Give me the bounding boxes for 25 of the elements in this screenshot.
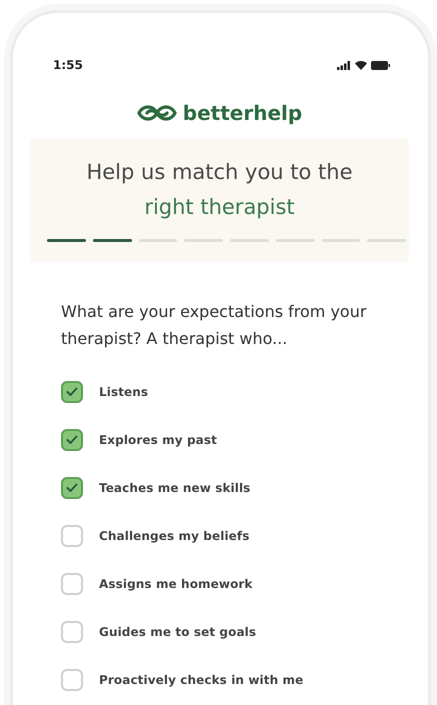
checkmark-icon [66,483,78,493]
checkmark-icon [66,387,78,397]
option-label[interactable]: Explores my past [99,433,217,447]
checkbox[interactable] [61,477,83,499]
checkbox[interactable] [61,573,83,595]
header-title: Help us match you to the right therapist [85,159,354,221]
option-label[interactable]: Proactively checks in with me [99,673,304,687]
option-label[interactable]: Challenges my beliefs [99,529,250,543]
leaf-logo-icon [136,104,177,122]
checkmark-icon [66,435,78,445]
checkbox[interactable] [61,621,83,643]
question-text: What are your expectations from your therapist? A therapist who... [61,301,368,350]
checkbox[interactable] [61,429,83,451]
checkbox[interactable] [61,381,83,403]
battery-icon [371,60,390,70]
option-label[interactable]: Listens [99,385,148,399]
checkbox[interactable] [61,669,83,691]
wifi-icon [355,60,367,70]
option-label[interactable]: Guides me to set goals [99,625,256,639]
option-label[interactable]: Teaches me new skills [99,481,250,495]
brand-name: betterhelp [182,101,302,125]
status-time: 1:55 [53,58,83,72]
signal-icon [337,60,351,70]
option-label[interactable]: Assigns me homework [99,577,253,591]
checkbox[interactable] [61,525,83,547]
